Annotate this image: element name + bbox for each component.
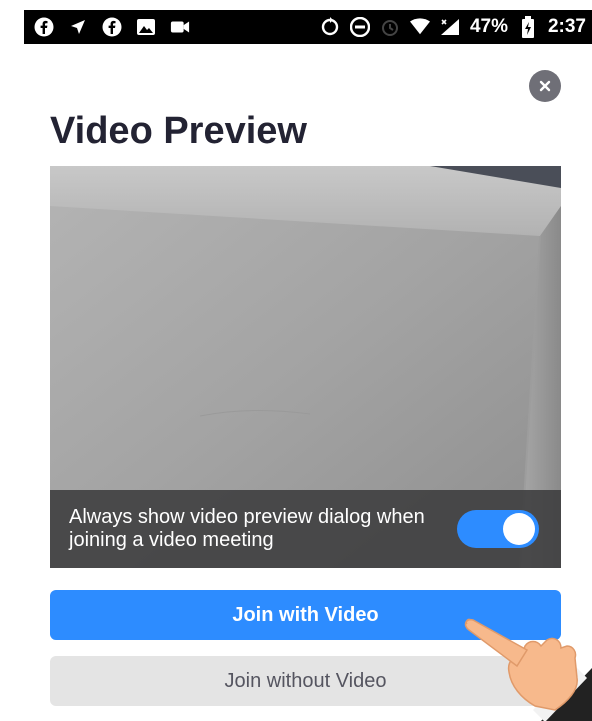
pointing-hand-icon <box>464 618 592 721</box>
toggle-knob <box>503 513 535 545</box>
location-arrow-icon <box>68 17 88 37</box>
signal-icon <box>440 17 460 37</box>
close-button[interactable] <box>529 70 561 102</box>
facebook-icon <box>102 17 122 37</box>
close-icon <box>539 80 551 92</box>
facebook-icon <box>34 17 54 37</box>
alarm-icon <box>380 17 400 37</box>
status-bar-notifications <box>34 17 190 37</box>
page-title: Video Preview <box>50 110 307 152</box>
video-preview: Always show video preview dialog when jo… <box>50 166 561 568</box>
always-show-preview-setting: Always show video preview dialog when jo… <box>50 490 561 568</box>
always-show-preview-label: Always show video preview dialog when jo… <box>69 506 425 551</box>
do-not-disturb-icon <box>349 17 370 37</box>
wifi-icon <box>409 17 430 37</box>
status-time: 2:37 <box>547 16 586 37</box>
video-preview-screen: 47% 2:37 Video Preview Always show video… <box>0 0 592 721</box>
battery-icon <box>518 16 538 38</box>
status-bar-system: 47% 2:37 <box>320 16 586 38</box>
always-show-preview-toggle[interactable] <box>457 510 539 548</box>
image-icon <box>136 17 156 37</box>
sync-icon <box>320 17 340 37</box>
battery-percent: 47% <box>469 16 508 37</box>
video-camera-icon <box>170 17 190 37</box>
status-bar: 47% 2:37 <box>24 10 592 44</box>
